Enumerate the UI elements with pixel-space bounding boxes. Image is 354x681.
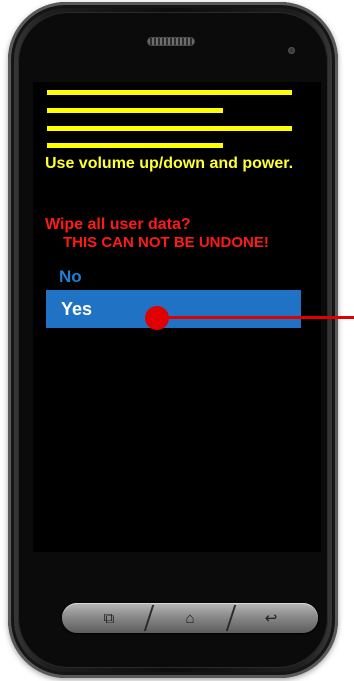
instruction-text: Use volume up/down and power. xyxy=(45,155,294,172)
header-bar xyxy=(47,108,223,113)
recent-apps-icon: ⧉ xyxy=(103,609,115,627)
header-bar xyxy=(47,143,223,148)
earpiece-speaker xyxy=(148,38,194,45)
nav-separator xyxy=(143,605,155,631)
back-button[interactable]: ↩ xyxy=(240,603,302,633)
stage: ⧉ ⌂ ↩ Use volume up/down and power. Wipe… xyxy=(0,0,354,681)
home-button[interactable]: ⌂ xyxy=(158,603,222,633)
recent-apps-button[interactable]: ⧉ xyxy=(80,603,138,633)
option-yes-label: Yes xyxy=(61,299,93,319)
header-bar xyxy=(47,126,292,131)
back-icon: ↩ xyxy=(264,610,278,627)
callout-marker xyxy=(145,306,169,330)
callout-line xyxy=(160,316,354,319)
warning-subtitle: THIS CAN NOT BE UNDONE! xyxy=(63,234,269,251)
warning-title: Wipe all user data? xyxy=(45,216,191,233)
header-bar xyxy=(47,90,292,95)
option-yes-selected[interactable]: Yes xyxy=(46,290,301,328)
front-camera xyxy=(289,48,294,53)
hardware-nav-bar: ⧉ ⌂ ↩ xyxy=(62,603,318,633)
home-icon: ⌂ xyxy=(185,609,195,627)
option-no[interactable]: No xyxy=(59,266,82,288)
nav-separator xyxy=(225,605,237,631)
